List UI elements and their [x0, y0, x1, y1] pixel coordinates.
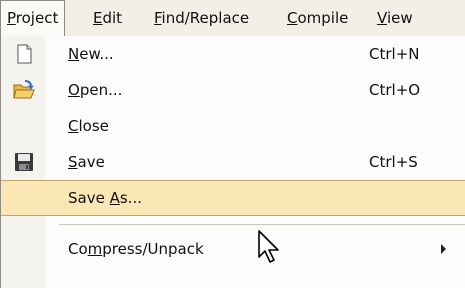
mouse-pointer-icon — [258, 230, 279, 263]
menu-item-label: Compress/Unpack — [68, 240, 204, 258]
menu-item-label: New... — [68, 45, 114, 63]
menubar-item-edit[interactable]: Edit — [87, 0, 128, 36]
menu-item-label: Save — [68, 153, 105, 171]
menu-item-close[interactable]: Close — [1, 108, 465, 144]
menu-item-label: Open... — [68, 81, 123, 99]
menu-item-accelerator: Ctrl+N — [369, 45, 420, 63]
menu-item-compress-unpack[interactable]: Compress/Unpack — [1, 231, 465, 267]
menu-item-accelerator: Ctrl+O — [369, 81, 421, 99]
menu-separator — [59, 224, 465, 225]
menu-item-new[interactable]: New... Ctrl+N — [1, 36, 465, 72]
menubar-item-project[interactable]: Project — [0, 0, 66, 36]
menu-item-label: Close — [68, 117, 109, 135]
menubar-item-compile[interactable]: Compile — [281, 0, 354, 36]
save-disk-icon — [15, 153, 33, 171]
open-folder-icon — [13, 80, 35, 99]
submenu-arrow-icon — [441, 244, 446, 254]
project-dropdown-menu: New... Ctrl+N Open... Ctrl+O Close Save … — [0, 36, 465, 288]
menubar-item-find-replace[interactable]: Find/Replace — [148, 0, 255, 36]
menu-item-open[interactable]: Open... Ctrl+O — [1, 72, 465, 108]
menu-item-label: Save As... — [68, 189, 142, 207]
menu-item-save-as[interactable]: Save As... — [1, 180, 465, 216]
menu-item-accelerator: Ctrl+S — [369, 153, 418, 171]
menu-item-save[interactable]: Save Ctrl+S — [1, 144, 465, 180]
menu-bar: Project Edit Find/Replace Compile View — [0, 0, 465, 37]
new-file-icon — [17, 44, 32, 64]
menubar-item-view[interactable]: View — [371, 0, 419, 36]
